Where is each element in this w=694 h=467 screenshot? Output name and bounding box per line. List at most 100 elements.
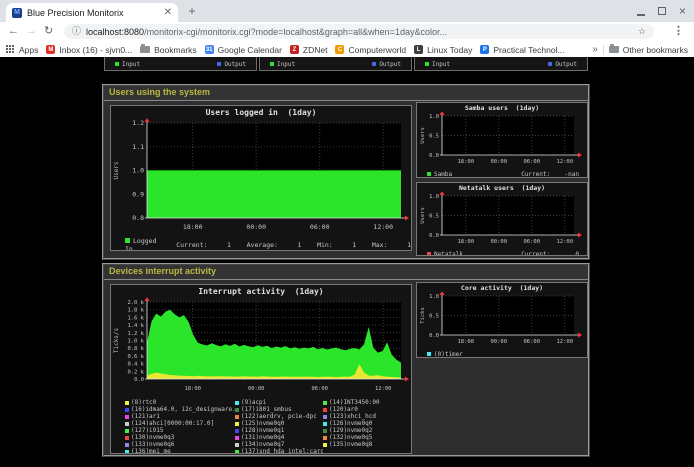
partial-graph-box[interactable]: Input Output (104, 57, 257, 71)
graph-interrupt-activity[interactable]: Interrupt activity (1day)0.00.2 k0.4 k0.… (110, 284, 412, 454)
bookmark-label: Practical Technol... (493, 45, 564, 55)
svg-text:12:00: 12:00 (556, 159, 573, 165)
bookmark-item-5[interactable]: LLinux Today (414, 45, 472, 55)
graph-legend: NetatalkCurrent: 0 (417, 251, 587, 256)
bookmark-favicon-icon: P (480, 45, 489, 54)
svg-text:0.5: 0.5 (429, 134, 439, 140)
partial-graph-box[interactable]: Input Output (414, 57, 588, 71)
partial-graph-box[interactable]: Input Output (259, 57, 412, 71)
svg-text:12:00: 12:00 (373, 223, 393, 231)
svg-text:Users: Users (113, 161, 120, 179)
legend-swatch (125, 443, 129, 447)
svg-text:00:00: 00:00 (248, 386, 265, 392)
svg-text:0.9: 0.9 (132, 190, 144, 198)
bookmark-favicon-icon: L (414, 45, 423, 54)
bookmark-star-icon[interactable]: ☆ (638, 26, 646, 37)
bookmarks-bar: Apps M Inbox (16) - sjvn0... Bookmarks 31Go… (0, 42, 694, 58)
svg-text:12:00: 12:00 (375, 386, 392, 392)
section-users: Users using the system Users logged in (… (102, 84, 590, 260)
bookmark-label: Inbox (16) - sjvn0... (59, 45, 132, 55)
legend-entry: (17)i801_smbus (235, 406, 323, 413)
legend-output: Output (372, 61, 401, 68)
legend-swatch (323, 429, 327, 433)
browser-menu-icon[interactable]: ⋮ (673, 25, 684, 38)
graph-title: Samba users (1day) (417, 103, 587, 112)
legend-swatch (235, 450, 239, 454)
bookmark-favicon-icon: M (46, 45, 55, 54)
section-users-title: Users using the system (109, 87, 210, 97)
bookmark-favicon-icon: 31 (205, 45, 214, 54)
legend-swatch (235, 436, 239, 440)
url-path: /monitorix-cgi/monitorix.cgi?mode=localh… (144, 27, 447, 37)
legend-entry: (133)nvme0q6 (125, 441, 235, 448)
input-legend-swatch (115, 62, 119, 66)
graph-legend: (0)timer (417, 351, 587, 358)
back-button[interactable]: ← (8, 25, 19, 38)
svg-text:18:00: 18:00 (457, 159, 474, 165)
url-text: localhost:8080/monitorix-cgi/monitorix.c… (86, 27, 633, 37)
reload-button[interactable]: ↻ (44, 25, 53, 38)
window-close-button[interactable]: × (679, 5, 686, 17)
svg-text:06:00: 06:00 (523, 239, 540, 245)
apps-label: Apps (19, 45, 38, 55)
svg-text:Ticks: Ticks (420, 307, 426, 324)
bookmark-item-2[interactable]: 31Google Calendar (205, 45, 282, 55)
legend-swatch (235, 401, 239, 405)
browser-toolbar: ← → ↻ ⓘ localhost:8080/monitorix-cgi/mon… (0, 22, 694, 43)
output-legend-swatch (217, 62, 221, 66)
window-controls: × (637, 4, 686, 18)
legend-swatch (125, 401, 129, 405)
forward-button[interactable]: → (26, 25, 37, 38)
bookmark-item-1[interactable]: Bookmarks (140, 45, 197, 55)
bookmark-label: ZDNet (303, 45, 328, 55)
legend-swatch (323, 401, 327, 405)
window-minimize-button[interactable] (637, 14, 645, 16)
bookmark-item-4[interactable]: CComputerworld (335, 45, 406, 55)
bookmark-favicon-icon: Z (290, 45, 299, 54)
legend-entry: (120)ar0 (323, 406, 409, 413)
legend-swatch (235, 408, 239, 412)
legend-swatch (323, 443, 327, 447)
svg-text:Users: Users (420, 207, 426, 224)
legend-entry: (130)nvme0q3 (125, 434, 235, 441)
other-bookmarks-button[interactable]: Other bookmarks (609, 45, 688, 55)
bookmark-item-6[interactable]: P Practical Technol... (480, 45, 564, 55)
legend-swatch (427, 252, 431, 256)
graph-users-logged-in[interactable]: Users logged in (1day)0.80.91.01.11.218:… (110, 105, 412, 251)
legend-output: Output (217, 61, 246, 68)
legend-entry: (125)nvme0q0 (235, 420, 323, 427)
svg-text:1.0: 1.0 (429, 114, 439, 120)
svg-text:18:00: 18:00 (183, 223, 203, 231)
legend-entry: (135)nvme0q8 (323, 441, 409, 448)
legend-entry: (127)i915 (125, 427, 235, 434)
graph-core-activity[interactable]: Core activity (1day)0.00.51.018:0000:000… (416, 282, 588, 358)
window-maximize-button[interactable] (658, 7, 666, 15)
page-info-icon[interactable]: ⓘ (72, 27, 81, 36)
legend-output: Output (548, 61, 577, 68)
svg-text:1.2: 1.2 (132, 119, 144, 127)
legend-entry: Logged In (125, 237, 162, 251)
svg-text:18:00: 18:00 (184, 386, 201, 392)
bookmarks-overflow-icon[interactable]: » (592, 44, 598, 55)
tab-strip: M Blue Precision Monitorix ✕ + × (0, 0, 694, 22)
legend-entry: (134)nvme0q7 (235, 441, 323, 448)
legend-entry: (16)idma64.0, i2c_designware.0 (125, 406, 235, 413)
address-bar[interactable]: ⓘ localhost:8080/monitorix-cgi/monitorix… (64, 24, 654, 39)
svg-text:18:00: 18:00 (457, 239, 474, 245)
graph-title: Interrupt activity (1day) (111, 285, 411, 296)
new-tab-button[interactable]: + (184, 4, 200, 20)
legend-entry: (131)nvme0q4 (235, 434, 323, 441)
legend-entry: Samba (427, 171, 452, 178)
graph-canvas: 0.00.51.018:0000:0006:0012:00Users (417, 192, 587, 245)
graph-samba-users[interactable]: Samba users (1day)0.00.51.018:0000:0006:… (416, 102, 588, 178)
graph-netatalk-users[interactable]: Netatalk users (1day)0.00.51.018:0000:00… (416, 182, 588, 256)
bookmark-item-3[interactable]: Z ZDNet (290, 45, 328, 55)
graph-canvas: 0.80.91.01.11.218:0000:0006:0012:00Users (111, 117, 411, 231)
svg-text:1.2 k: 1.2 k (127, 331, 144, 337)
site-favicon-icon: M (12, 8, 22, 18)
svg-text:1.0: 1.0 (429, 294, 439, 300)
browser-tab[interactable]: M Blue Precision Monitorix ✕ (6, 3, 178, 22)
tab-close-icon[interactable]: ✕ (164, 8, 172, 18)
apps-button[interactable]: Apps (6, 45, 38, 55)
bookmark-item-0[interactable]: M Inbox (16) - sjvn0... (46, 45, 132, 55)
